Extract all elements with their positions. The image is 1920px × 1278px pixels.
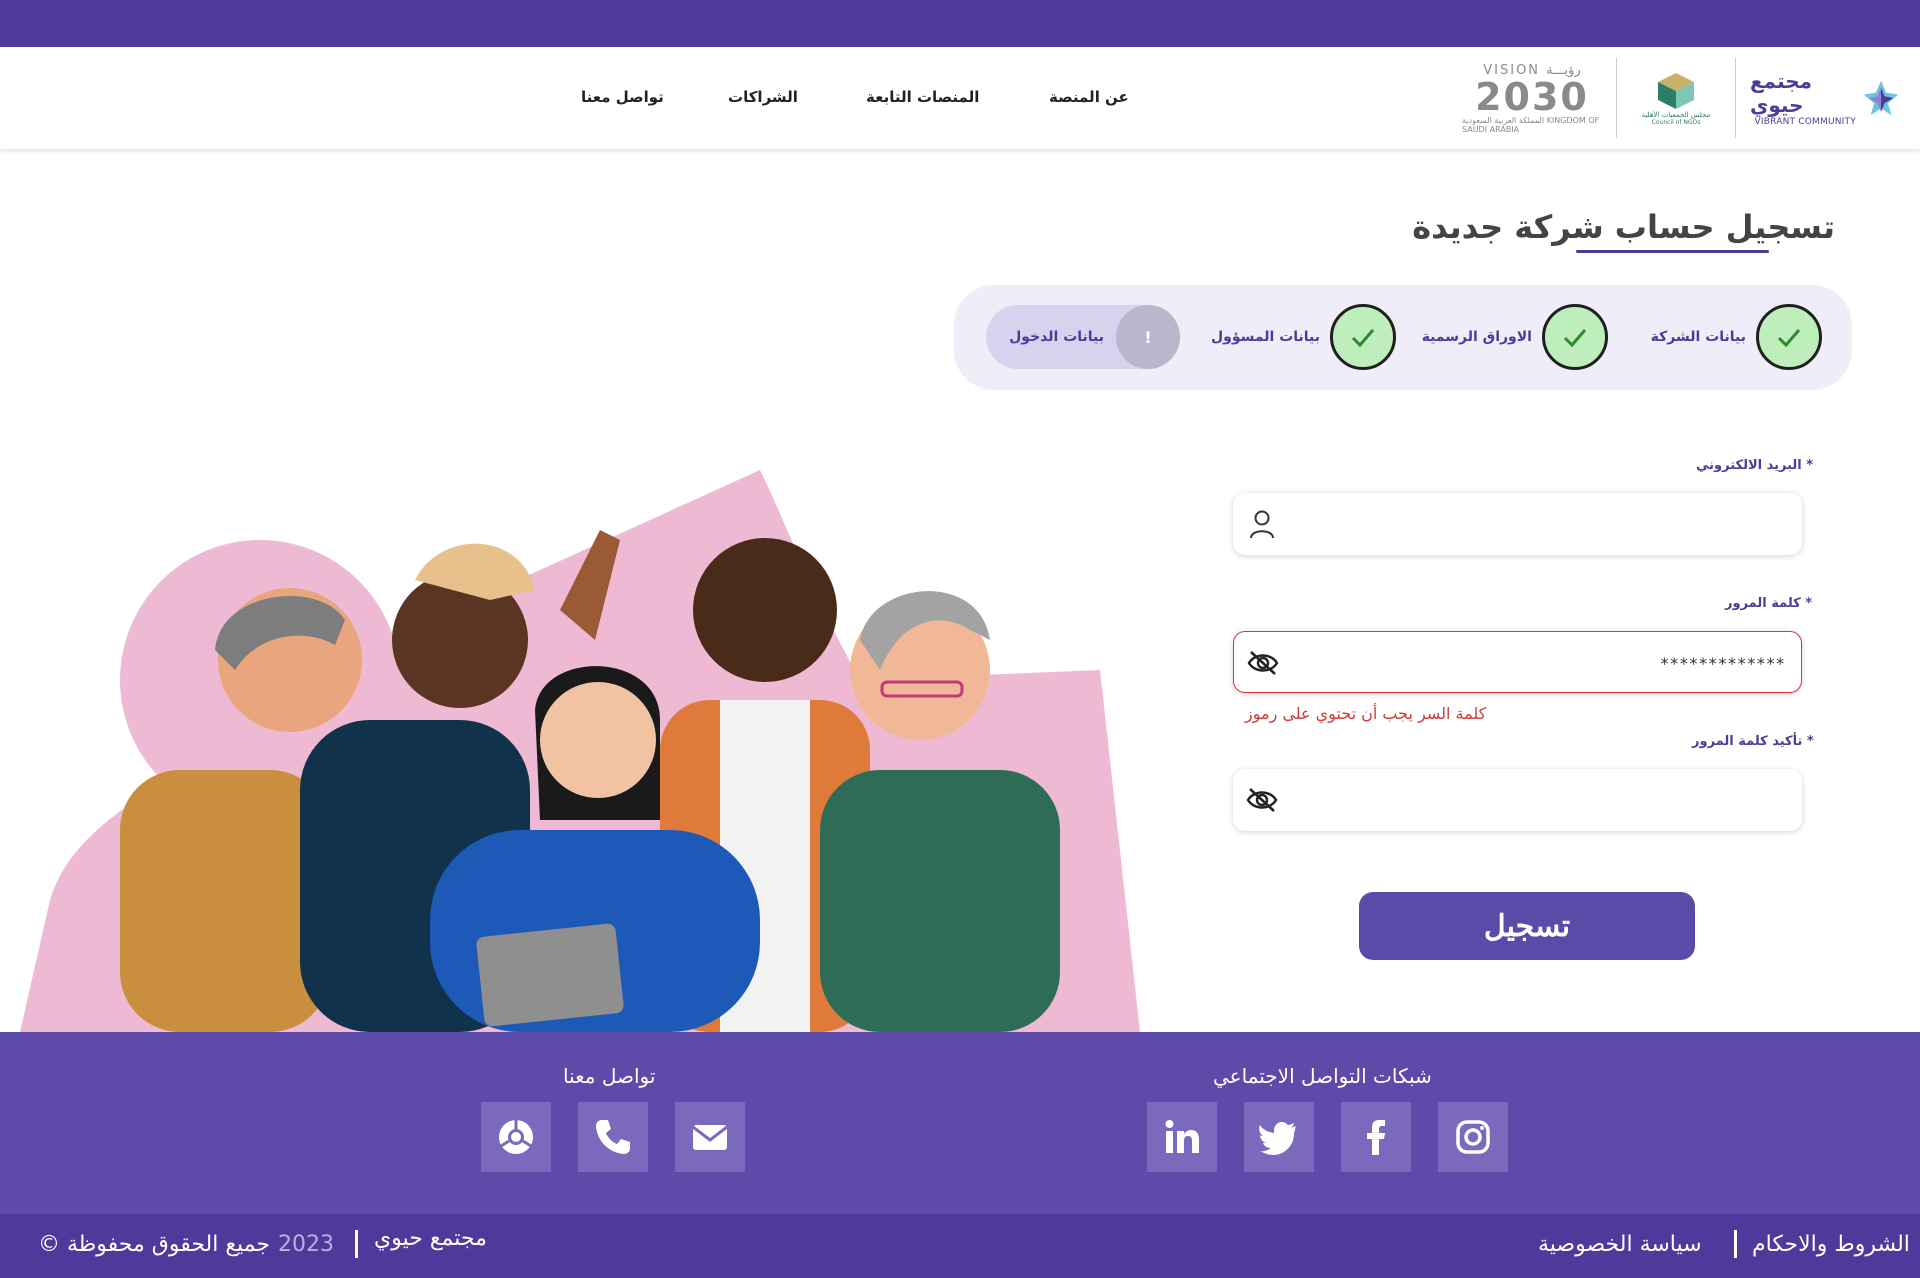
vision-logo-bottom: المملكة العربية السعودية KINGDOM OF SAUD… [1462, 115, 1600, 134]
step-label: الاوراق الرسمية [1421, 329, 1532, 345]
step-label: بيانات المسؤول [1211, 329, 1320, 345]
email-icon[interactable] [675, 1102, 745, 1172]
community-illustration [20, 470, 1140, 1032]
chrome-icon[interactable] [481, 1102, 551, 1172]
phone-icon[interactable] [578, 1102, 648, 1172]
register-button[interactable]: تسجيل [1359, 892, 1695, 960]
user-icon [1245, 507, 1279, 541]
step-label: بيانات الشركة [1650, 329, 1746, 345]
contact-title: تواصل معنا [563, 1064, 656, 1088]
bottom-divider [1734, 1230, 1737, 1258]
brand-name: مجتمع حيوي [374, 1226, 487, 1251]
social-networks-title: شبكات التواصل الاجتماعي [1213, 1064, 1432, 1088]
confirm-password-field[interactable] [1233, 769, 1802, 831]
ngo-logo-arabic: مجلس الجمعيات الأهلية [1641, 110, 1711, 119]
email-field[interactable] [1233, 493, 1802, 555]
instagram-icon[interactable] [1438, 1102, 1508, 1172]
nav-partnerships[interactable]: الشراكات [728, 88, 798, 106]
main-nav: عن المنصة المنصات التابعة الشراكات تواصل… [0, 88, 1920, 110]
title-underline [1576, 250, 1769, 253]
check-icon [1330, 304, 1396, 370]
twitter-icon[interactable] [1244, 1102, 1314, 1172]
step-official-papers[interactable]: الاوراق الرسمية [1422, 303, 1608, 371]
facebook-icon[interactable] [1341, 1102, 1411, 1172]
eye-slash-icon[interactable] [1245, 783, 1279, 817]
site-footer: شبكات التواصل الاجتماعي تواصل معنا [0, 1032, 1920, 1214]
confirm-password-input[interactable] [1293, 785, 1786, 815]
copyright-text: © جميع الحقوق محفوظة [38, 1232, 271, 1257]
check-icon [1756, 304, 1822, 370]
exclamation-icon: ! [1116, 305, 1180, 369]
password-input[interactable] [1294, 648, 1785, 678]
step-login-data[interactable]: ! بيانات الدخول [986, 305, 1180, 369]
step-responsible-data[interactable]: بيانات المسؤول [1211, 303, 1396, 371]
email-input[interactable] [1293, 509, 1786, 539]
registration-stepper: بيانات الشركة الاوراق الرسمية بيانات الم… [954, 285, 1852, 390]
privacy-link[interactable]: سياسة الخصوصية [1538, 1232, 1702, 1257]
nav-about[interactable]: عن المنصة [1049, 88, 1129, 106]
email-label: البريد الالكتروني * [1696, 458, 1814, 473]
confirm-password-label: تأكيد كلمة المرور * [1692, 734, 1814, 749]
eye-slash-icon[interactable] [1246, 646, 1280, 680]
copyright-year: 2023 [278, 1232, 334, 1257]
top-color-bar [0, 0, 1920, 47]
bottom-bar: الشروط والاحكام سياسة الخصوصية مجتمع حيو… [0, 1214, 1920, 1278]
step-company-data[interactable]: بيانات الشركة [1651, 303, 1822, 371]
linkedin-icon[interactable] [1147, 1102, 1217, 1172]
password-field[interactable] [1233, 631, 1802, 693]
bottom-divider [355, 1230, 358, 1258]
check-icon [1542, 304, 1608, 370]
vibrant-logo-english: VIBRANT COMMUNITY [1754, 117, 1856, 127]
nav-contact[interactable]: تواصل معنا [581, 88, 664, 106]
page-title: تسجيل حساب شركة جديدة [1412, 208, 1835, 246]
ngo-logo-english: Council of NGOs [1651, 118, 1701, 126]
nav-platforms[interactable]: المنصات التابعة [866, 88, 979, 106]
step-label: بيانات الدخول [1009, 329, 1104, 345]
terms-link[interactable]: الشروط والاحكام [1752, 1232, 1910, 1257]
password-label: كلمة المرور * [1725, 596, 1813, 611]
password-error: كلمة السر يجب أن تحتوي على رموز [1245, 704, 1487, 723]
